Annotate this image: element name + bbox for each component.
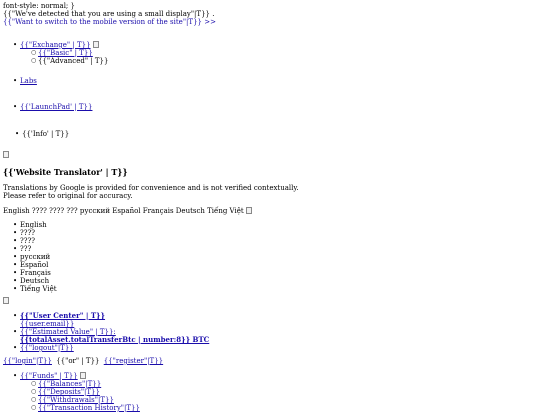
language-list: English ???? ???? ??? русский Español Fr… (13, 221, 57, 293)
language-option[interactable]: ??? (13, 245, 57, 253)
or-text: {{"or" | T}} (56, 357, 100, 365)
account-nav: {{"User Center" | T}} {{user.email}} {{"… (13, 311, 209, 353)
nav-launchpad-item: {{'LaunchPad' | T}} (13, 103, 93, 111)
broken-image-icon (3, 151, 9, 158)
nav-labs-item: Labs (13, 77, 37, 85)
total-value-link[interactable]: {{totalAsset.totalTransferBtc | number:8… (20, 335, 209, 344)
user-center-link[interactable]: {{"User Center" | T}} (20, 311, 105, 320)
language-option[interactable]: English (13, 221, 57, 229)
language-option[interactable]: русский (13, 253, 57, 261)
withdrawals-link[interactable]: {{"Withdrawals"|T}} (38, 396, 114, 404)
language-option[interactable]: Français (13, 269, 57, 277)
user-email-item: {{user.email}} (20, 320, 209, 328)
funds-submenu: {{"Balances"|T}} {{"Deposits"|T}} {{"Wit… (31, 380, 140, 412)
translator-disclaimer-line2: Please refer to original for accuracy. (3, 192, 133, 200)
language-option[interactable]: Tiếng Việt (13, 285, 56, 293)
nav-basic-item: {{"Basic" | T}} (31, 49, 108, 57)
translator-heading: {{'Website Translator' | T}} (3, 167, 128, 177)
transaction-history-link[interactable]: {{"Transaction History"|T}} (38, 404, 140, 412)
language-inline-list[interactable]: English ???? ???? ??? русский Español Fr… (3, 207, 244, 215)
nav-info-label[interactable]: {{'Info' | T}} (22, 130, 69, 138)
register-link[interactable]: {{"register"|T}} (104, 357, 163, 365)
withdrawals-item: {{"Withdrawals"|T}} (31, 396, 140, 404)
deposits-link[interactable]: {{"Deposits"|T}} (38, 388, 100, 396)
main-nav: {{"Exchange" | T}} (13, 41, 99, 49)
nav-labs-link[interactable]: Labs (20, 77, 37, 85)
nav-basic-link[interactable]: {{"Basic" | T}} (38, 49, 93, 57)
balances-item: {{"Balances"|T}} (31, 380, 140, 388)
logout-link[interactable]: {{"logout"|T}} (20, 344, 74, 352)
user-email-link[interactable]: {{user.email}} (20, 320, 74, 328)
broken-image-icon (3, 297, 9, 304)
launchpad-nav: {{'LaunchPad' | T}} (13, 103, 93, 111)
nav-advanced-item: {{"Advanced" | T}} (31, 57, 108, 65)
nav-advanced-label[interactable]: {{"Advanced" | T}} (38, 57, 108, 65)
user-center-item: {{"User Center" | T}} (13, 311, 209, 321)
funds-item: {{"Funds" | T}} (13, 372, 86, 380)
language-option[interactable]: ???? (13, 237, 57, 245)
language-option[interactable]: Español (13, 261, 57, 269)
labs-nav: Labs (13, 77, 37, 85)
language-option[interactable]: ???? (13, 229, 57, 237)
css-leak-text: font-style: normal; } (3, 2, 75, 10)
broken-image-icon (245, 207, 252, 214)
language-inline-bar: English ???? ???? ??? русский Español Fr… (3, 207, 252, 215)
small-display-notice: {{"We've detected that you are using a s… (3, 10, 215, 18)
translator-disclaimer-line1: Translations by Google is provided for c… (3, 184, 299, 192)
nav-launchpad-link[interactable]: {{'LaunchPad' | T}} (20, 103, 92, 111)
transaction-history-item: {{"Transaction History"|T}} (31, 404, 140, 412)
total-value-item: {{totalAsset.totalTransferBtc | number:8… (20, 336, 209, 344)
nav-info-item: {{'Info' | T}} (15, 130, 69, 138)
language-option[interactable]: Deutsch (13, 277, 57, 285)
auth-links: {{"login"|T}} {{"or" | T}} {{"register"|… (3, 357, 163, 365)
balances-link[interactable]: {{"Balances"|T}} (38, 380, 101, 388)
nav-exchange-item: {{"Exchange" | T}} (13, 41, 99, 49)
nav-exchange-link[interactable]: {{"Exchange" | T}} (20, 41, 91, 49)
logout-item: {{"logout"|T}} (13, 344, 209, 352)
funds-nav: {{"Funds" | T}} (13, 372, 86, 380)
funds-link[interactable]: {{"Funds" | T}} (20, 372, 78, 380)
mobile-version-link[interactable]: {{"Want to switch to the mobile version … (3, 18, 216, 26)
deposits-item: {{"Deposits"|T}} (31, 388, 140, 396)
login-link[interactable]: {{"login"|T}} (3, 357, 52, 365)
broken-image-icon (92, 41, 99, 48)
info-nav: {{'Info' | T}} (15, 130, 69, 138)
exchange-submenu: {{"Basic" | T}} {{"Advanced" | T}} (31, 49, 108, 65)
broken-image-icon (79, 372, 86, 379)
